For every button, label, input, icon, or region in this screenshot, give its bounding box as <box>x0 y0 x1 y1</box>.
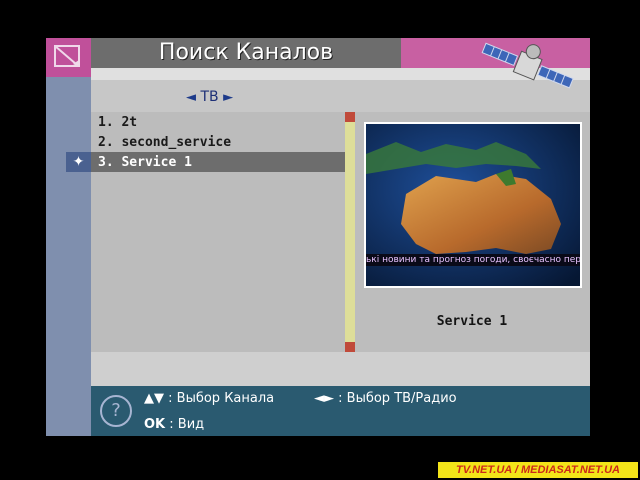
title-bar: Поиск Каналов <box>91 38 401 68</box>
scroll-up-icon[interactable] <box>345 112 355 122</box>
help-line-2: OK : Вид <box>144 417 204 432</box>
preview-channel-name: Service 1 <box>436 314 508 329</box>
channel-row[interactable]: 2. second_service <box>98 133 231 152</box>
left-strip <box>46 38 91 436</box>
channel-list: 1. 2t 2. second_service 3. Service 1 <box>91 112 345 352</box>
channel-preview: ькі новини та прогноз погоди, своєчасно … <box>366 124 580 286</box>
selection-star-icon: ✦ <box>66 152 91 172</box>
left-right-keys: ◄► <box>314 391 334 406</box>
watermark: TV.NET.UA / MEDIASAT.NET.UA <box>438 462 638 478</box>
channel-row[interactable]: 1. 2t <box>98 113 137 132</box>
arrow-right-icon[interactable]: ► <box>223 90 233 105</box>
lower-band <box>91 352 590 386</box>
page-title: Поиск Каналов <box>158 40 334 65</box>
help-view: : Вид <box>169 417 205 432</box>
help-line-1b: ◄► : Выбор ТВ/Радио <box>314 391 457 406</box>
menu-icon <box>46 38 91 77</box>
tv-radio-label: ТВ <box>200 89 219 105</box>
help-icon: ? <box>100 395 132 427</box>
help-line-1: ▲▼ : Выбор Канала <box>144 391 274 406</box>
preview-frame: ькі новини та прогноз погоди, своєчасно … <box>364 122 582 288</box>
arrow-left-icon[interactable]: ◄ <box>186 90 196 105</box>
up-down-keys: ▲▼ <box>144 391 164 406</box>
satellite-icon <box>481 42 574 89</box>
preview-ticker: ькі новини та прогноз погоди, своєчасно … <box>366 254 580 266</box>
scroll-down-icon[interactable] <box>345 342 355 352</box>
channel-row-selected[interactable]: 3. Service 1 <box>98 153 192 172</box>
ok-key: OK <box>144 417 166 432</box>
scrollbar[interactable] <box>345 112 355 352</box>
osd-screen: Поиск Каналов ◄ ТВ ► 1. 2t 2. second_ser… <box>46 38 590 436</box>
tv-radio-selector[interactable]: ◄ ТВ ► <box>186 89 233 105</box>
help-select-tv-radio: : Выбор ТВ/Радио <box>338 391 457 406</box>
help-select-channel: : Выбор Канала <box>168 391 275 406</box>
